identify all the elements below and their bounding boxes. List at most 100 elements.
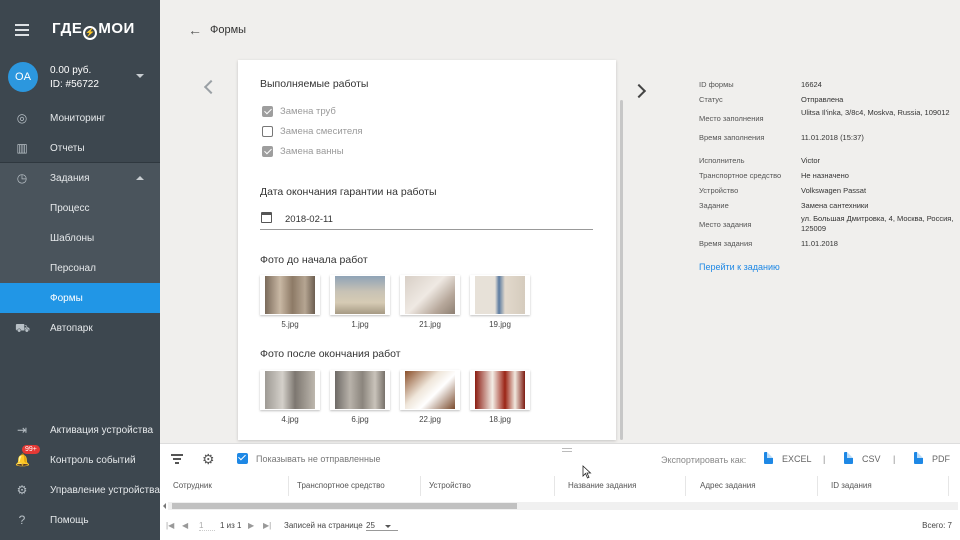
photos-before-title: Фото до начала работ [260,254,368,266]
scroll-left-icon[interactable] [163,503,166,509]
checkbox-label: Замена труб [280,106,336,117]
sidebar-item-label: Персонал [50,263,96,274]
sidebar-item-device-activation[interactable]: ⇥ Активация устройства [0,415,160,445]
next-page-icon[interactable]: ▶ [248,521,254,530]
page-of-label: 1 из 1 [220,521,242,530]
detail-label: Транспортное средство [699,171,782,180]
prev-page-icon[interactable]: ◀ [182,521,188,530]
sidebar-item-reports[interactable]: ▥ Отчеты [0,133,160,163]
column-header[interactable]: Устройство [421,476,555,496]
menu-icon[interactable] [15,24,29,36]
sidebar-item-device-management[interactable]: ⚙ Управление устройствами [0,475,173,505]
checkbox[interactable] [262,126,273,137]
warranty-date-field[interactable]: 2018-02-11 [260,212,593,230]
photo-caption: 6.jpg [351,415,369,424]
warranty-date-value: 2018-02-11 [285,214,333,225]
photo-caption: 21.jpg [419,320,441,329]
works-title: Выполняемые работы [260,78,369,90]
photo-thumbnail[interactable] [400,275,460,315]
sidebar-item-monitoring[interactable]: ◎ Мониторинг [0,103,160,133]
page-input[interactable]: 1 [199,521,215,531]
last-page-icon[interactable]: ▶| [263,521,271,530]
detail-label: Время задания [699,239,753,248]
sidebar-item-fleet[interactable]: ⛟ Автопарк [0,313,160,343]
back-arrow-icon[interactable]: ← [188,22,202,38]
calendar-icon [261,212,272,223]
detail-value: Не назначено [801,171,849,180]
detail-label: Время заполнения [699,133,765,142]
detail-value: Ulitsa Il'inka, 3/8c4, Moskva, Russia, 1… [801,108,950,117]
checkbox-label: Замена смесителя [280,126,363,137]
sidebar-item-tasks[interactable]: ◷ Задания [0,163,160,193]
sidebar-item-help[interactable]: ? Помощь [0,505,160,535]
photo-thumbnail[interactable] [260,370,320,410]
sidebar-item-process[interactable]: Процесс [0,193,160,223]
sidebar-item-event-control[interactable]: 🔔 99+ Контроль событий [0,445,160,475]
export-csv-label: CSV [862,454,881,464]
sidebar-item-forms[interactable]: Формы [0,283,160,313]
chevron-up-icon [136,176,144,180]
gear-icon: ⚙ [16,483,28,497]
detail-value: Volkswagen Passat [801,186,867,195]
detail-label: Устройство [699,186,739,195]
sidebar: ГДЕ ⚡ МОИ OA 0.00 руб. ID: #56722 ◎ Монито… [0,0,173,540]
card-scrollbar[interactable] [620,100,623,440]
photo-thumbnail[interactable] [470,370,530,410]
photo-caption: 1.jpg [351,320,369,329]
prev-form-icon[interactable] [203,79,219,95]
rows-per-page-select[interactable]: 25 [366,521,398,531]
detail-label: Место задания [699,220,752,229]
sidebar-item-templates[interactable]: Шаблоны [0,223,160,253]
warranty-title: Дата окончания гарантии на работы [260,186,437,198]
detail-value: ул. Большая Дмитровка, 4, Москва, Россия… [801,214,954,233]
filter-icon[interactable] [171,454,183,466]
form-card: Выполняемые работы Замена труб Замена см… [238,60,616,440]
show-unsent-label: Показывать не отправленные [256,454,381,464]
photo-thumbnail[interactable] [470,275,530,315]
car-icon: ⛟ [15,321,31,335]
rows-per-page-label: Записей на странице [284,521,363,530]
column-header[interactable]: Транспортное средство [289,476,421,496]
column-header[interactable]: ID задания [823,476,949,496]
goto-task-link[interactable]: Перейти к заданию [699,262,780,272]
next-form-icon[interactable] [631,83,647,99]
account-panel[interactable]: OA 0.00 руб. ID: #56722 [0,60,160,102]
total-count: Всего: 7 [922,521,952,530]
resize-handle[interactable] [562,448,572,452]
show-unsent-checkbox[interactable] [237,453,248,464]
photo-caption: 22.jpg [419,415,441,424]
photo-caption: 18.jpg [489,415,511,424]
sidebar-item-label: Задания [50,173,90,184]
checkbox[interactable] [262,146,273,157]
horizontal-scrollbar[interactable] [163,502,958,510]
clock-icon: ◷ [16,171,28,185]
column-header[interactable]: Адрес задания [692,476,818,496]
photos-after-title: Фото после окончания работ [260,348,401,360]
app-logo[interactable]: ГДЕ ⚡ МОИ [52,20,135,40]
globe-icon: ◎ [16,111,28,125]
photo-thumbnail[interactable] [260,275,320,315]
column-header[interactable]: Название задания [560,476,686,496]
photo-thumbnail[interactable] [330,275,390,315]
account-balance: 0.00 руб. [50,65,92,76]
login-icon: ⇥ [16,423,28,437]
notification-badge: 99+ [22,445,40,454]
chevron-down-icon[interactable] [385,525,391,528]
settings-gear-icon[interactable]: ⚙ [202,451,215,468]
checkbox[interactable] [262,106,273,117]
chevron-down-icon[interactable] [136,74,144,78]
pagination: |◀ ◀ 1 1 из 1 ▶ ▶| Записей на странице 2… [160,518,960,536]
sidebar-item-label: Отчеты [50,143,85,154]
detail-value: 16624 [801,80,822,89]
column-header[interactable]: Сотрудник [165,476,289,496]
first-page-icon[interactable]: |◀ [166,521,174,530]
sidebar-item-label: Помощь [50,515,89,526]
photo-thumbnail[interactable] [330,370,390,410]
photo-caption: 4.jpg [281,415,299,424]
photo-thumbnail[interactable] [400,370,460,410]
sidebar-item-staff[interactable]: Персонал [0,253,160,283]
detail-label: Место заполнения [699,114,764,123]
scrollbar-thumb[interactable] [172,503,517,509]
export-label: Экспортировать как: [661,455,747,465]
avatar[interactable]: OA [8,62,38,92]
